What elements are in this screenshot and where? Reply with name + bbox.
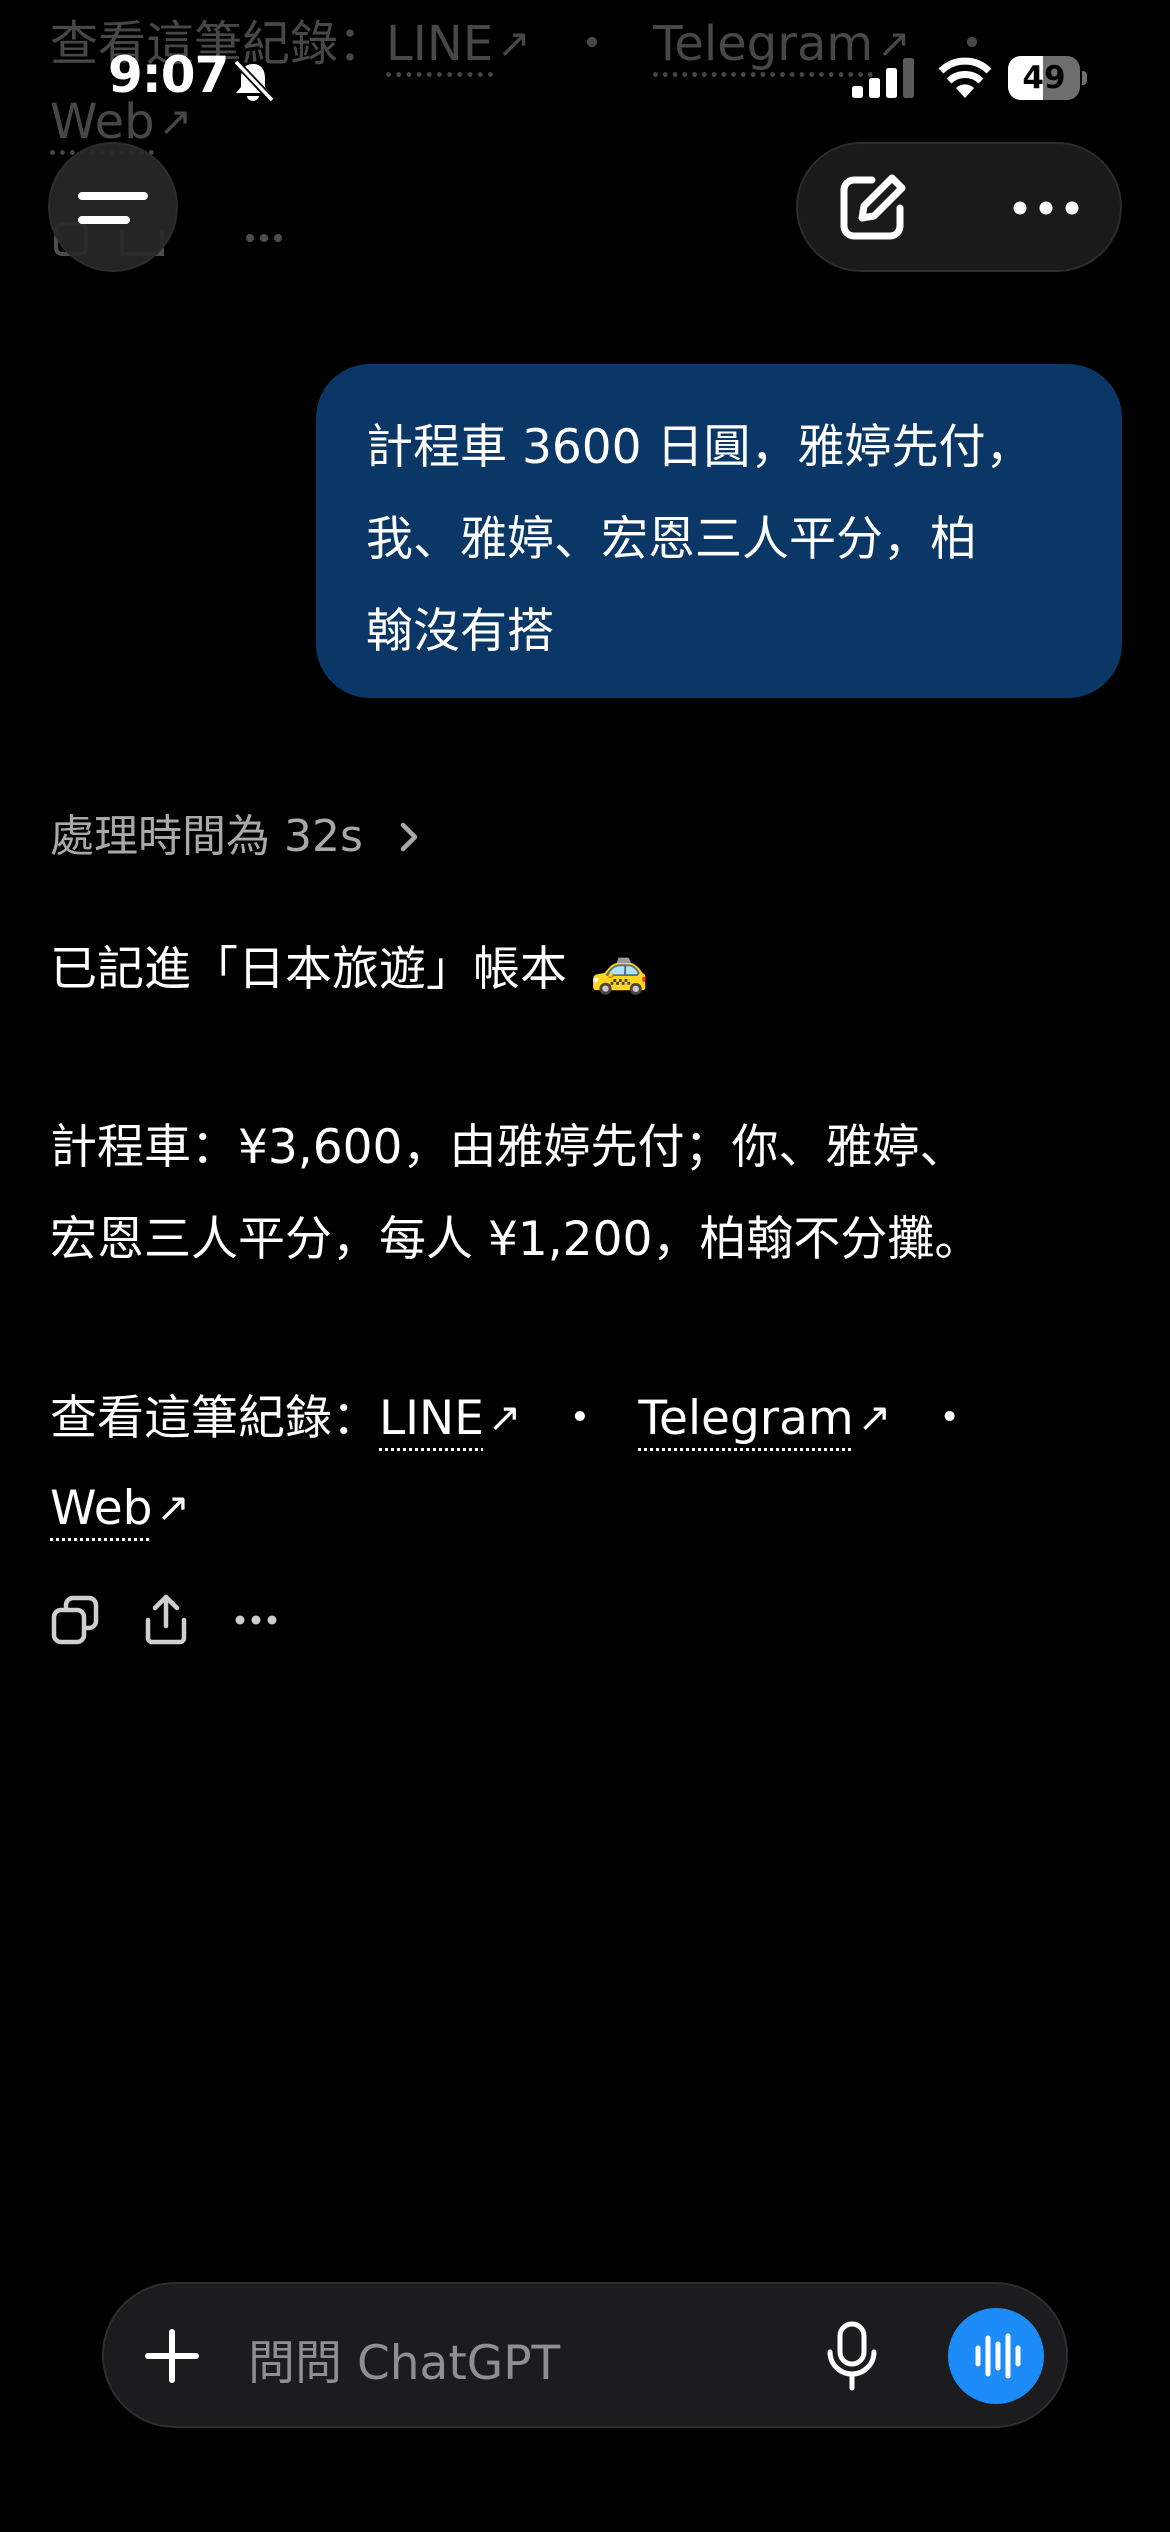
user-message-line: 翰沒有搭 [366, 604, 554, 659]
battery-indicator: 49 [1008, 56, 1088, 100]
user-message-line: 計程車 3600 日圓，雅婷先付， [366, 420, 1033, 475]
wifi-icon [938, 57, 992, 98]
assistant-para-line: 計程車：¥3,600，由雅婷先付；你、雅婷、 [50, 1120, 967, 1175]
assistant-para-line: 宏恩三人平分，每人 ¥1,200，柏翰不分攤。 [50, 1212, 982, 1267]
external-arrow-icon: ↗ [156, 1485, 190, 1531]
link-line[interactable]: LINE [379, 1391, 484, 1446]
link-telegram[interactable]: Telegram [638, 1391, 853, 1446]
user-message-line: 我、雅婷、宏恩三人平分，柏 [366, 512, 977, 567]
separator: ・ [926, 1391, 974, 1446]
new-chat-compose-icon[interactable] [832, 168, 912, 248]
message-composer[interactable] [102, 2282, 1068, 2428]
battery-level: 49 [1022, 60, 1066, 96]
ghost-arrow-icon: ↗ [497, 21, 531, 67]
link-web[interactable]: Web [50, 1481, 152, 1536]
message-input-placeholder[interactable]: 問問 ChatGPT [248, 2324, 560, 2393]
bell-slash-icon [233, 59, 275, 103]
ghost-sep: ・ [567, 16, 616, 72]
user-message-bubble: 計程車 3600 日圓，雅婷先付， 我、雅婷、宏恩三人平分，柏 翰沒有搭 [316, 364, 1122, 698]
ghost-arrow-icon: ↗ [158, 99, 193, 145]
status-time: 9:07 [108, 46, 229, 104]
ghost-link-line: LINE [386, 16, 494, 72]
record-links-row: 查看這筆紀錄：LINE ↗ ・ Telegram ↗ ・ [50, 1372, 973, 1465]
assistant-paragraph-2: 計程車：¥3,600，由雅婷先付；你、雅婷、 宏恩三人平分，每人 ¥1,200，… [50, 1102, 981, 1286]
assistant-line-1-text: 已記進「日本旅遊」帳本 [50, 942, 567, 997]
thinking-time-toggle[interactable]: 處理時間為 32s [50, 800, 423, 864]
cellular-signal-icon [852, 58, 914, 98]
chevron-right-icon [400, 822, 418, 852]
external-arrow-icon: ↗ [857, 1395, 892, 1441]
voice-mode-button[interactable] [948, 2308, 1044, 2404]
plus-icon[interactable] [142, 2326, 202, 2386]
assistant-line-1: 已記進「日本旅遊」帳本 🚕 [50, 924, 648, 1016]
share-icon[interactable] [140, 1592, 192, 1648]
copy-icon[interactable] [50, 1592, 102, 1648]
external-arrow-icon: ↗ [487, 1395, 522, 1441]
thinking-time-label: 處理時間為 32s [50, 811, 363, 862]
more-options-icon[interactable] [1006, 188, 1086, 228]
more-icon[interactable] [230, 1592, 282, 1648]
record-links-row-2: Web ↗ [50, 1462, 190, 1555]
taxi-emoji: 🚕 [589, 942, 649, 997]
separator: ・ [556, 1391, 604, 1446]
ghost-link-telegram: Telegram [653, 16, 874, 72]
top-actions-pill [796, 142, 1122, 272]
record-links-prefix: 查看這筆紀錄： [50, 1391, 379, 1446]
voice-waveform-icon [975, 2333, 1021, 2379]
menu-icon [78, 192, 148, 224]
microphone-icon[interactable] [822, 2320, 882, 2394]
sidebar-menu-button[interactable] [48, 142, 178, 272]
